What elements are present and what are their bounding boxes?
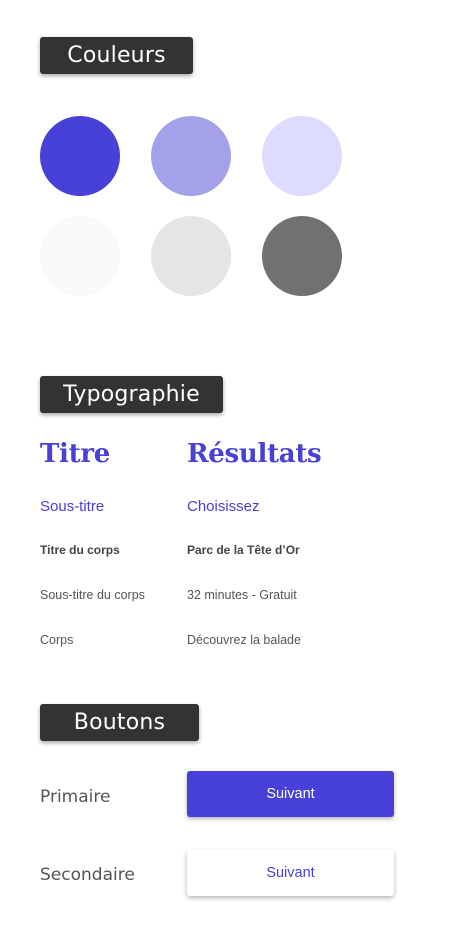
typo-body-title-label: Titre du corps [40,543,120,557]
typo-subtitle-label: Sous-titre [40,498,105,515]
typo-body-subtitle-label: Sous-titre du corps [40,588,145,602]
color-swatch-gray-dark [262,216,342,296]
primary-next-button[interactable]: Suivant [187,771,394,817]
typo-body-title-example: Parc de la Tête d’Or [187,543,300,557]
typo-subtitle-example: Choisissez [187,498,260,515]
typo-title-label: Titre [40,439,110,469]
color-swatch-primary-light [262,116,342,196]
color-swatch-primary [40,116,120,196]
secondary-button-label: Secondaire [40,865,135,885]
secondary-next-button[interactable]: Suivant [187,850,394,896]
buttons-section-title: Boutons [40,704,199,741]
color-swatch-gray-lightest [40,216,120,296]
color-swatch-gray-light [151,216,231,296]
colors-section-title: Couleurs [40,37,193,74]
typo-title-example: Résultats [187,439,322,469]
primary-button-label: Primaire [40,787,111,807]
color-swatch-primary-medium [151,116,231,196]
typo-body-example: Découvrez la balade [187,633,301,647]
typo-body-subtitle-example: 32 minutes - Gratuit [187,588,297,602]
typo-body-label: Corps [40,633,74,647]
typography-section-title: Typographie [40,376,223,413]
